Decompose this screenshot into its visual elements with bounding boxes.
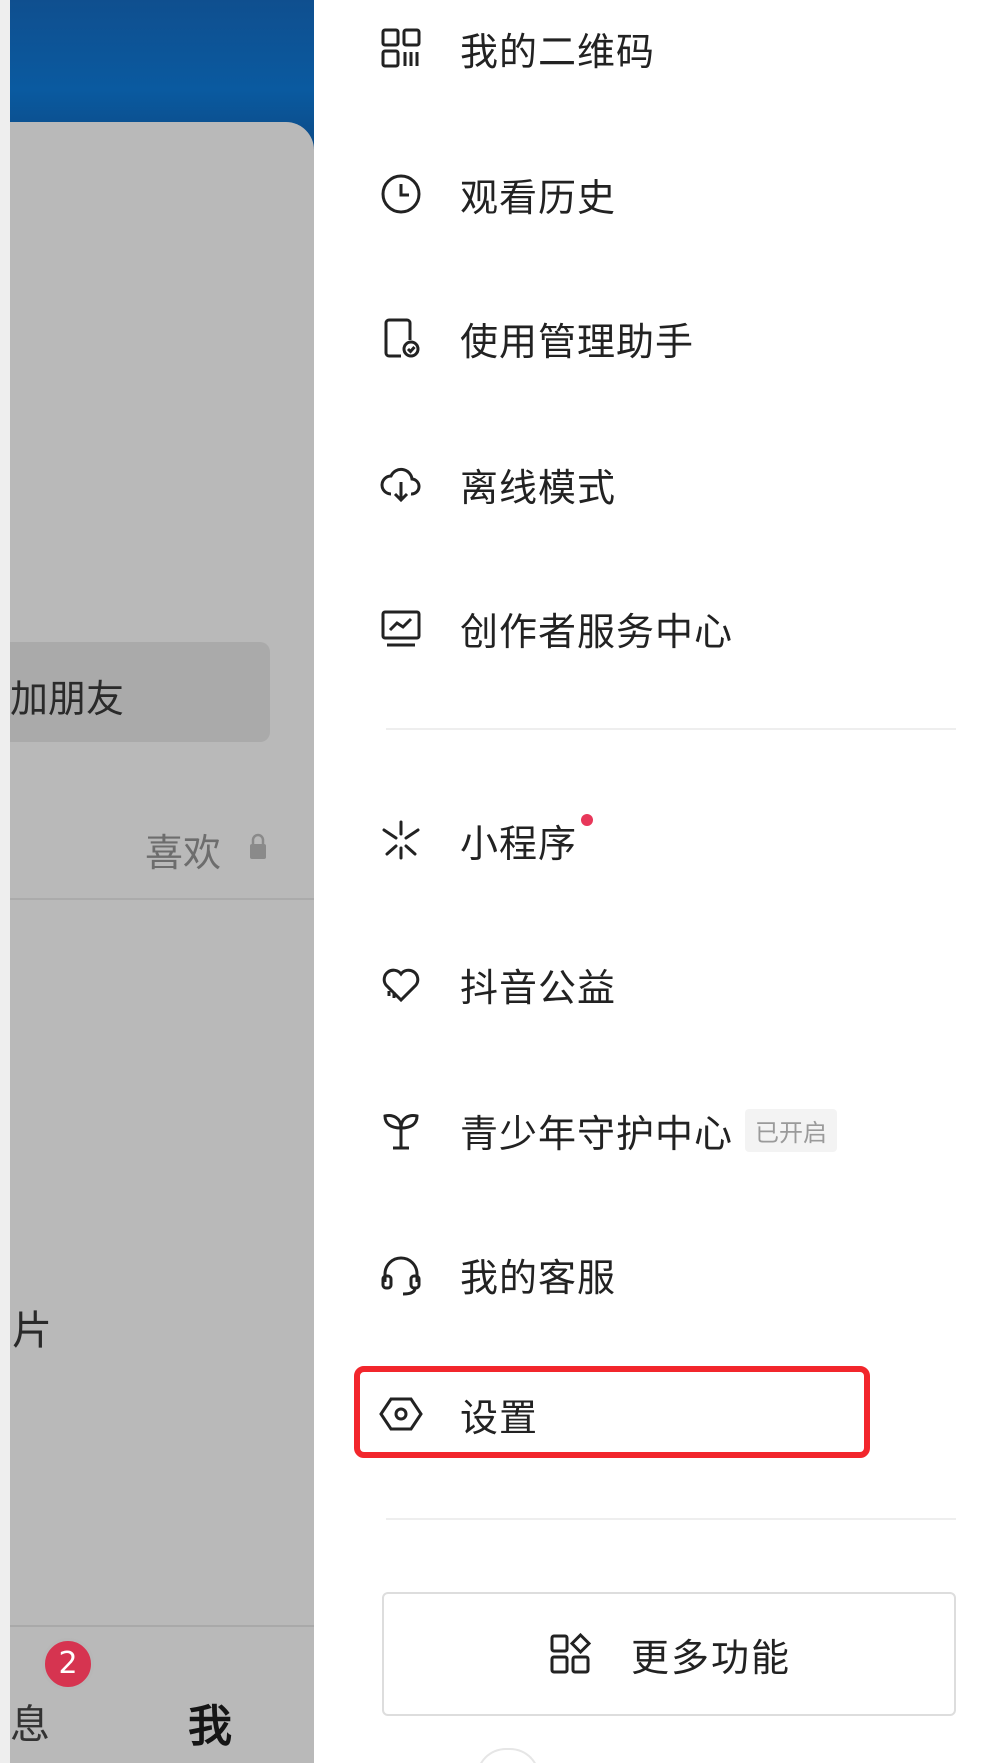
profile-card [10, 122, 314, 1763]
phone-check-icon [378, 315, 424, 361]
heart-charity-icon [378, 961, 424, 1007]
menu-item-youth-protection[interactable]: 青少年守护中心 已开启 [378, 1090, 838, 1170]
status-tag-enabled: 已开启 [745, 1108, 838, 1152]
menu-item-label: 离线模式 [460, 465, 617, 510]
menu-item-charity[interactable]: 抖音公益 [378, 944, 616, 1024]
tab-divider [10, 898, 314, 900]
menu-item-label: 我的二维码 [460, 29, 656, 74]
nav-messages[interactable]: 息 [10, 1692, 50, 1750]
menu-item-label: 观看历史 [460, 175, 617, 220]
menu-item-label: 我的客服 [460, 1255, 617, 1300]
menu-item-creator-center[interactable]: 创作者服务中心 [378, 588, 733, 668]
lock-icon [250, 833, 266, 859]
menu-item-label: 创作者服务中心 [460, 609, 734, 654]
menu-item-label: 小程序 [460, 821, 578, 866]
app-screen: 加朋友 喜欢 片 息 2 我 我的二维码 观看历史 使用管理助手 离线模式 创作… [0, 0, 990, 1763]
menu-item-label: 青少年守护中心 [460, 1111, 734, 1156]
cloud-download-icon [378, 461, 424, 507]
partial-element [476, 1748, 540, 1763]
apps-grid-icon [547, 1631, 593, 1677]
partial-text: 片 [12, 1308, 52, 1354]
menu-item-mini-programs[interactable]: 小程序 [378, 800, 594, 880]
clock-icon [378, 171, 424, 217]
new-indicator-dot [581, 814, 594, 826]
messages-badge: 2 [42, 1638, 94, 1690]
menu-item-label: 使用管理助手 [460, 319, 695, 364]
section-divider [386, 1518, 956, 1520]
screen-edge [0, 0, 10, 1763]
menu-item-qr-code[interactable]: 我的二维码 [378, 8, 655, 88]
bottom-nav-divider [10, 1625, 314, 1627]
section-divider [386, 728, 956, 730]
more-features-button[interactable]: 更多功能 [382, 1592, 956, 1716]
menu-item-watch-history[interactable]: 观看历史 [378, 154, 616, 234]
settings-highlight-box [354, 1366, 870, 1458]
menu-item-offline-mode[interactable]: 离线模式 [378, 444, 616, 524]
dimmed-profile-page[interactable]: 加朋友 喜欢 片 息 2 我 [0, 0, 314, 1763]
menu-item-label: 抖音公益 [460, 965, 617, 1010]
qr-code-icon [378, 25, 424, 71]
monitor-chart-icon [378, 605, 424, 651]
more-features-label: 更多功能 [630, 1635, 791, 1680]
tab-likes[interactable]: 喜欢 [145, 822, 221, 877]
headset-icon [378, 1251, 424, 1297]
nav-me[interactable]: 我 [188, 1690, 232, 1754]
menu-item-usage-manager[interactable]: 使用管理助手 [378, 298, 694, 378]
sprout-icon [378, 1107, 424, 1153]
side-drawer-menu: 我的二维码 观看历史 使用管理助手 离线模式 创作者服务中心 小程序 抖音公益 … [314, 0, 990, 1763]
mini-program-icon [378, 817, 424, 863]
menu-item-customer-service[interactable]: 我的客服 [378, 1234, 616, 1314]
add-friend-label: 加朋友 [10, 677, 125, 721]
